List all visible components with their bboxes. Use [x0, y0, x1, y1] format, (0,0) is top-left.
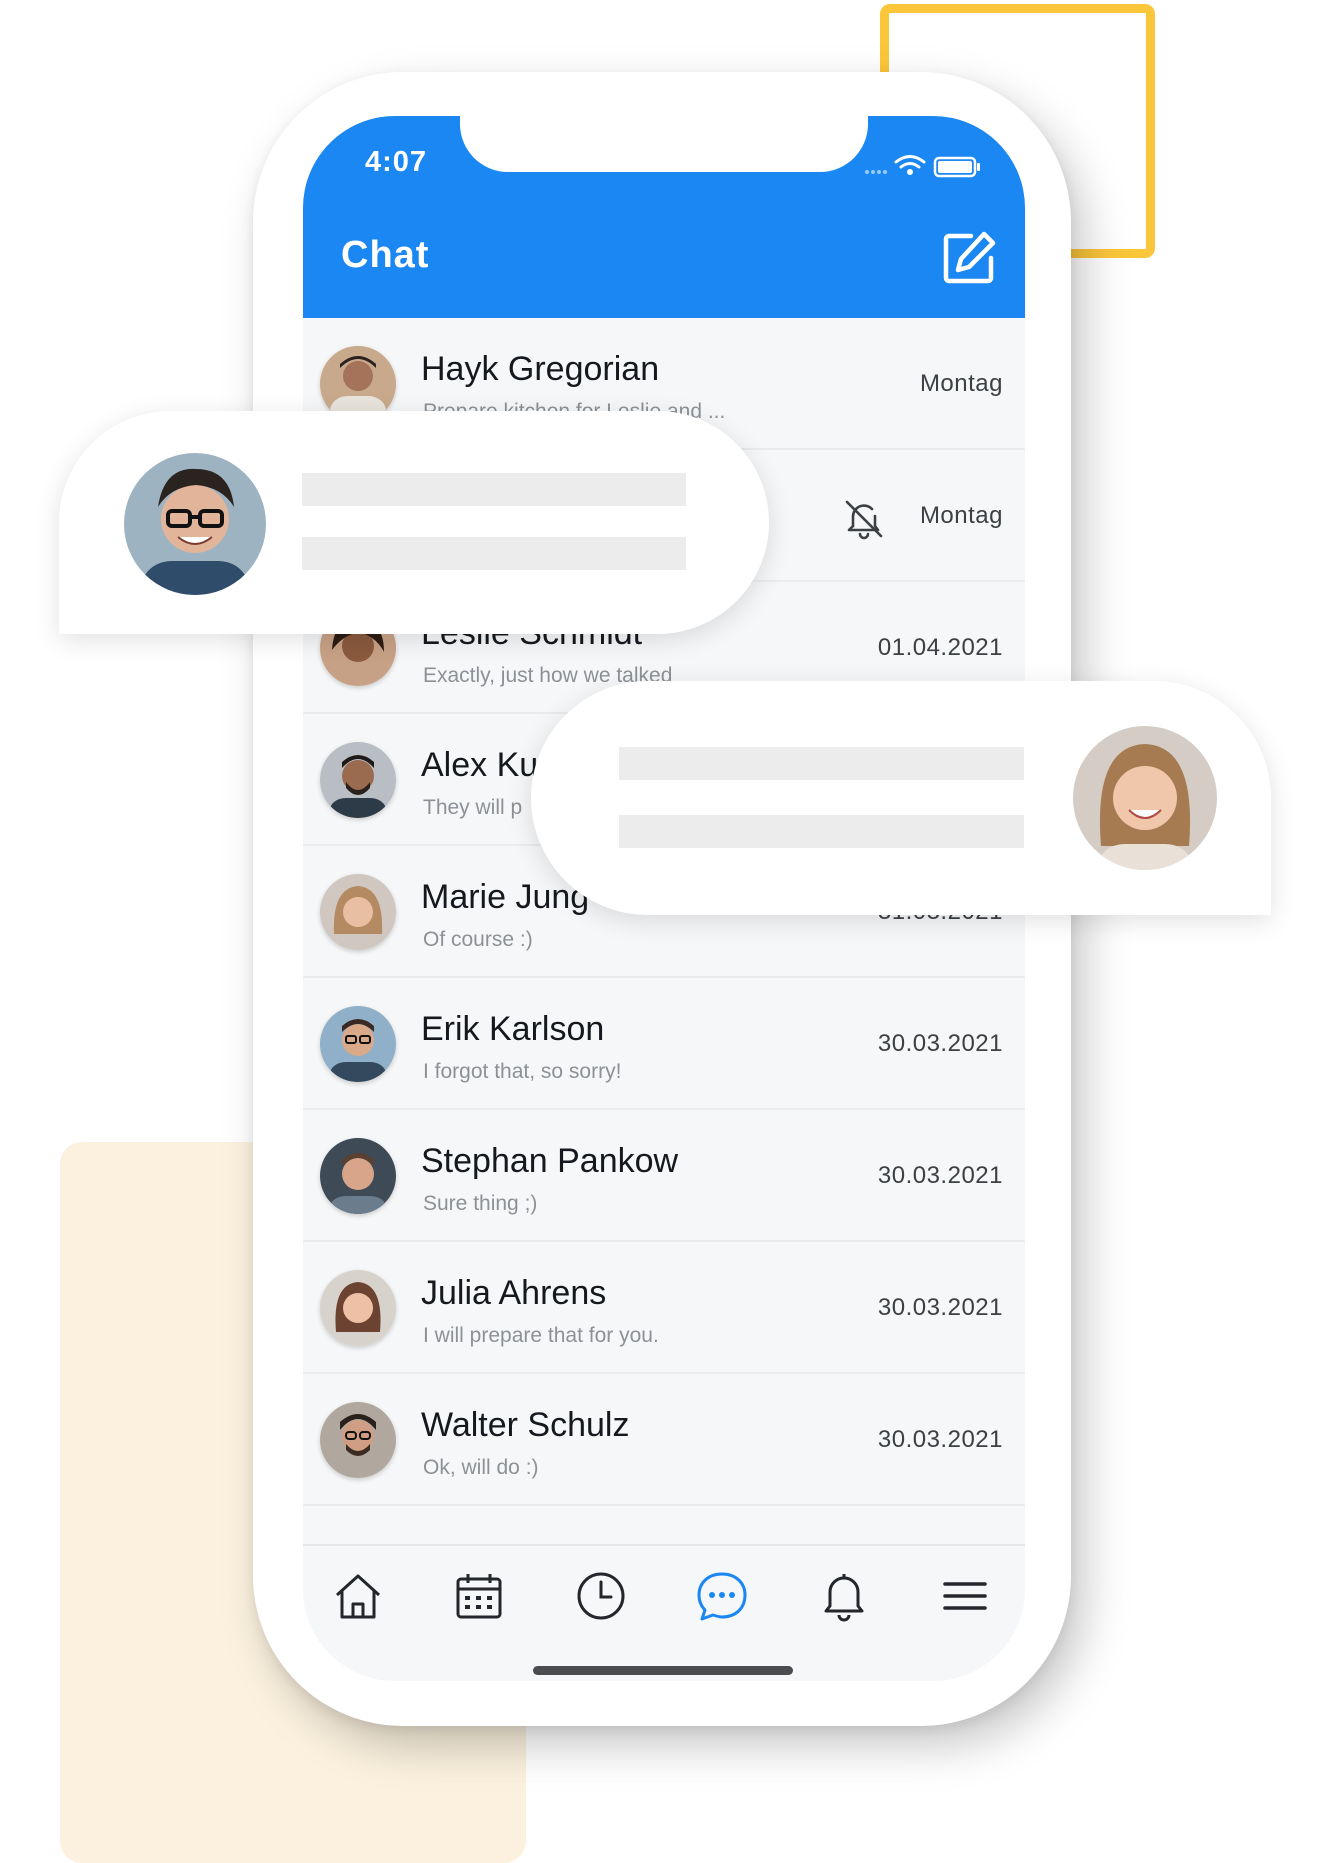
chat-icon[interactable] — [694, 1568, 750, 1624]
chat-row[interactable]: Julia Ahrens I will prepare that for you… — [303, 1242, 1025, 1374]
app-header: 4:07 Chat — [303, 116, 1025, 318]
message-preview: Of course :) — [423, 928, 533, 951]
compose-button[interactable] — [941, 230, 997, 286]
message-preview: Ok, will do :) — [423, 1456, 539, 1479]
message-date: 01.04.2021 — [877, 634, 1003, 661]
menu-icon[interactable] — [937, 1568, 993, 1624]
message-bubble-placeholder — [59, 411, 769, 634]
placeholder-line — [302, 537, 686, 570]
avatar — [320, 1006, 396, 1082]
avatar — [320, 874, 396, 950]
avatar — [124, 453, 266, 595]
avatar — [320, 742, 396, 818]
message-date: 30.03.2021 — [877, 1162, 1003, 1189]
message-date: 30.03.2021 — [877, 1030, 1003, 1057]
status-time: 4:07 — [365, 146, 428, 178]
contact-name: Erik Karlson — [421, 1010, 605, 1048]
compose-icon — [943, 231, 996, 284]
page-title: Chat — [341, 234, 430, 276]
message-bubble-placeholder — [531, 681, 1271, 915]
contact-name: Marie Jung — [421, 878, 590, 916]
message-date: 30.03.2021 — [877, 1426, 1003, 1453]
bottom-tab-bar — [303, 1544, 1025, 1681]
contact-name: Stephan Pankow — [421, 1142, 679, 1180]
contact-name: Hayk Gregorian — [421, 350, 660, 388]
chat-row[interactable]: Erik Karlson I forgot that, so sorry! 30… — [303, 978, 1025, 1110]
message-preview: I will prepare that for you. — [423, 1324, 659, 1347]
message-preview: Sure thing ;) — [423, 1192, 538, 1215]
battery-icon — [933, 156, 980, 178]
placeholder-line — [619, 815, 1024, 848]
home-icon[interactable] — [330, 1568, 386, 1624]
placeholder-line — [302, 473, 686, 506]
signal-icon — [865, 170, 887, 174]
bell-icon[interactable] — [816, 1568, 872, 1624]
contact-name: Julia Ahrens — [421, 1274, 607, 1312]
wifi-icon — [894, 155, 926, 169]
home-indicator[interactable] — [533, 1666, 793, 1675]
chat-row[interactable]: Stephan Pankow Sure thing ;) 30.03.2021 — [303, 1110, 1025, 1242]
avatar — [320, 1138, 396, 1214]
status-icons — [865, 155, 980, 178]
message-date: 30.03.2021 — [877, 1294, 1003, 1321]
message-preview: I forgot that, so sorry! — [423, 1060, 622, 1083]
message-preview: They will p — [423, 796, 523, 819]
message-date: Montag — [919, 502, 1003, 529]
muted-bell-icon — [845, 500, 883, 540]
avatar — [320, 1270, 396, 1346]
avatar — [320, 1402, 396, 1478]
contact-name: Alex Ku — [421, 746, 539, 784]
calendar-icon[interactable] — [451, 1568, 507, 1624]
message-date: Montag — [919, 370, 1003, 397]
phone-notch — [460, 116, 868, 172]
placeholder-line — [619, 747, 1024, 780]
chat-row[interactable]: Walter Schulz Ok, will do :) 30.03.2021 — [303, 1374, 1025, 1506]
avatar — [1073, 726, 1217, 870]
contact-name: Walter Schulz — [421, 1406, 630, 1444]
clock-icon[interactable] — [573, 1568, 629, 1624]
